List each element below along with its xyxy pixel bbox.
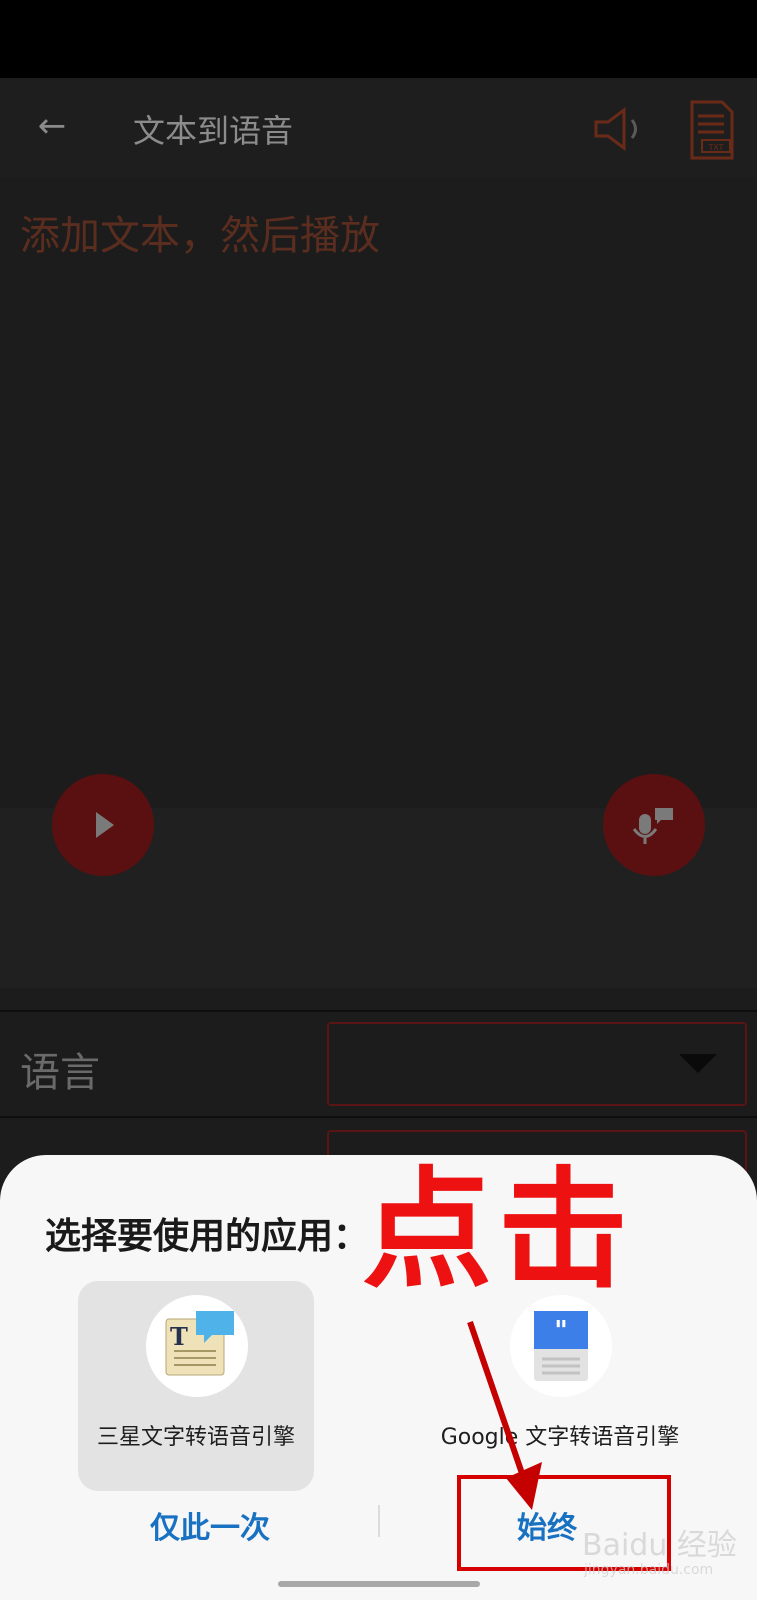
google-tts-icon: " (510, 1295, 612, 1397)
play-icon (96, 812, 114, 838)
language-dropdown[interactable] (327, 1022, 747, 1106)
page-title: 文本到语音 (133, 112, 294, 150)
txt-file-icon[interactable]: TXT (688, 100, 736, 160)
watermark-url: jingyan.baidu.com (584, 1562, 714, 1578)
svg-text:TXT: TXT (707, 143, 723, 152)
samsung-tts-icon: T (146, 1295, 248, 1397)
option-samsung-tts[interactable]: T 三星文字转语音引擎 (78, 1281, 314, 1491)
divider (0, 1010, 757, 1012)
language-label: 语言 (20, 1050, 100, 1096)
svg-text:": " (554, 1316, 568, 1346)
sheet-title: 选择要使用的应用： (45, 1216, 370, 1257)
mic-icon (632, 808, 673, 844)
app-toolbar: ← 文本到语音 TXT (0, 78, 757, 178)
play-button[interactable] (52, 774, 154, 876)
button-divider (378, 1505, 380, 1537)
dropdown-arrow-icon (679, 1054, 717, 1073)
speaker-icon[interactable] (592, 104, 648, 154)
text-input-placeholder[interactable]: 添加文本，然后播放 (20, 203, 380, 261)
back-arrow-icon[interactable]: ← (30, 104, 74, 148)
option-label: Google 文字转语音引擎 (440, 1425, 680, 1450)
svg-text:T: T (170, 1322, 188, 1351)
option-google-tts[interactable]: " Google 文字转语音引擎 (441, 1281, 679, 1491)
gesture-nav-bar[interactable] (278, 1581, 480, 1587)
divider (0, 1116, 757, 1118)
just-once-button[interactable]: 仅此一次 (150, 1503, 270, 1547)
option-label: 三星文字转语音引擎 (96, 1425, 295, 1450)
status-bar (0, 0, 757, 78)
annotation-click-text: 点击 (362, 1154, 635, 1306)
mic-button[interactable] (603, 774, 705, 876)
watermark-logo: Baidu 经验 (582, 1528, 737, 1563)
